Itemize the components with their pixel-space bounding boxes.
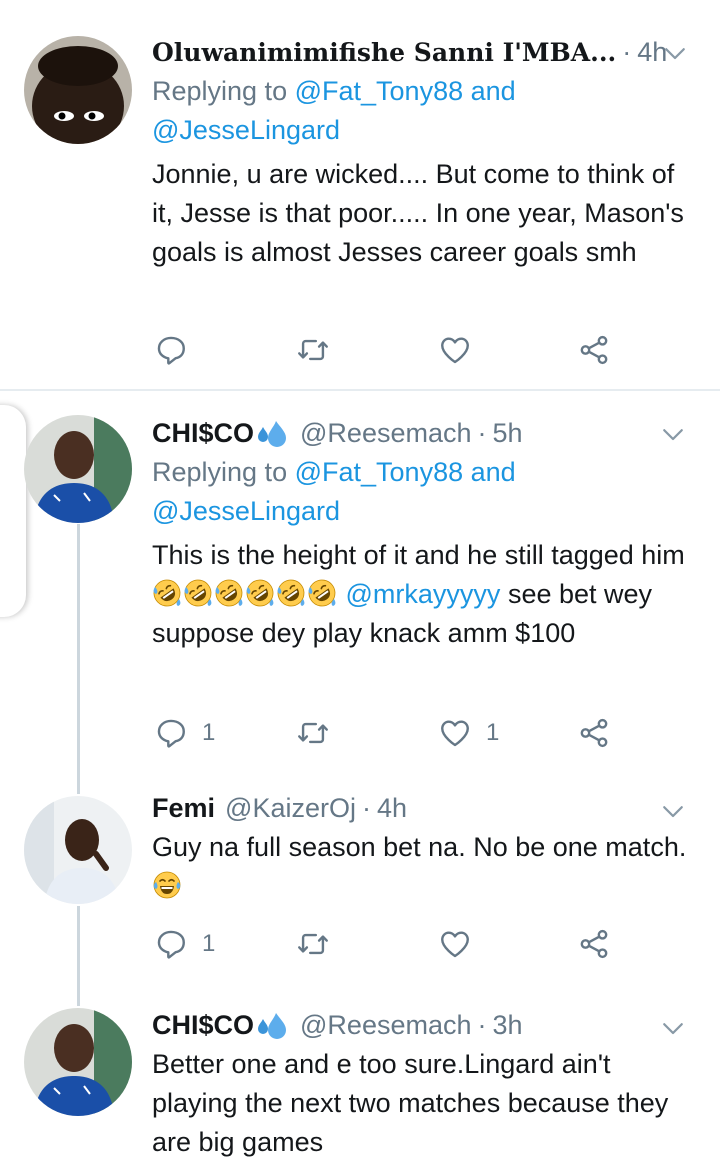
reply-mention-link[interactable]: @JesseLingard xyxy=(152,115,340,145)
reply-button[interactable]: 1 xyxy=(154,924,215,964)
share-button[interactable] xyxy=(577,924,611,964)
separator-dot: · xyxy=(477,1009,487,1040)
tweet-header: CHI$CO @Reesemach · 3h xyxy=(152,1005,700,1045)
share-icon xyxy=(577,716,611,750)
reply-icon xyxy=(154,927,188,961)
reply-icon xyxy=(154,716,188,750)
share-icon xyxy=(577,333,611,367)
timestamp[interactable]: 5h xyxy=(493,418,523,449)
reply-button[interactable] xyxy=(154,330,202,370)
rofl-emoji xyxy=(214,578,244,608)
rofl-emoji xyxy=(245,578,275,608)
action-bar xyxy=(152,330,632,370)
reply-mention-link[interactable]: @Fat_Tony88 xyxy=(295,76,464,106)
retweet-button[interactable] xyxy=(296,924,344,964)
tweet-text-part: Guy na full season bet na. No be one mat… xyxy=(152,832,687,862)
user-handle[interactable]: @KaizerOj xyxy=(225,793,356,824)
reply-mention-link[interactable]: @Fat_Tony88 xyxy=(295,457,464,487)
avatar[interactable] xyxy=(24,1008,132,1116)
retweet-icon xyxy=(296,716,330,750)
tweet-text-part: This is the height of it and he still ta… xyxy=(152,540,685,570)
chevron-down-icon[interactable] xyxy=(658,1013,688,1043)
like-icon xyxy=(438,716,472,750)
reply-mention-link[interactable]: @JesseLingard xyxy=(152,496,340,526)
replying-to: Replying to @Fat_Tony88 and @JesseLingar… xyxy=(152,453,700,531)
display-name[interactable]: CHI$CO xyxy=(152,418,254,449)
chevron-down-icon[interactable] xyxy=(658,796,688,826)
separator-dot: · xyxy=(361,792,371,823)
retweet-icon xyxy=(296,927,330,961)
user-handle[interactable]: @Reesemach xyxy=(300,1010,471,1041)
display-name[interactable]: Femi xyxy=(152,793,215,824)
share-button[interactable] xyxy=(577,330,611,370)
retweet-button[interactable] xyxy=(296,713,344,753)
like-count: 1 xyxy=(486,719,500,746)
display-name[interactable]: CHI$CO xyxy=(152,1010,254,1041)
user-handle[interactable]: @Reesemach xyxy=(300,418,471,449)
reply-icon xyxy=(154,333,188,367)
divider xyxy=(0,389,720,391)
chevron-down-icon[interactable] xyxy=(658,419,688,449)
like-button[interactable]: 1 xyxy=(438,713,499,753)
thread-line xyxy=(77,524,80,794)
thread-line xyxy=(77,906,80,1006)
sweat-droplets-icon xyxy=(256,419,290,447)
rofl-emoji xyxy=(152,578,182,608)
rofl-emoji xyxy=(183,578,213,608)
joy-emoji xyxy=(152,870,182,900)
avatar[interactable] xyxy=(24,415,132,523)
action-bar: 1 xyxy=(152,924,632,964)
tweet-text: Better one and e too sure.Lingard ain't … xyxy=(152,1049,669,1157)
display-name[interactable]: Oluwanimimifishe Sanni I'MBA... xyxy=(152,38,616,67)
like-icon xyxy=(438,333,472,367)
like-button[interactable] xyxy=(438,330,486,370)
chevron-down-icon[interactable] xyxy=(660,38,690,68)
retweet-icon xyxy=(296,333,330,367)
rofl-emoji xyxy=(307,578,337,608)
reply-count: 1 xyxy=(202,719,216,746)
separator-dot: · xyxy=(622,36,632,67)
replying-to: Replying to @Fat_Tony88 and @JesseLingar… xyxy=(152,72,700,150)
tweet-header: Oluwanimimifishe Sanni I'MBA... · 4h xyxy=(152,32,700,72)
reply-button[interactable]: 1 xyxy=(154,713,215,753)
rofl-emoji xyxy=(276,578,306,608)
reply-and-link[interactable]: and xyxy=(471,457,516,487)
tweet-text: Guy na full season bet na. No be one mat… xyxy=(152,828,700,906)
scroll-edge-shadow xyxy=(0,405,26,617)
replying-label: Replying to xyxy=(152,457,288,487)
reply-count: 1 xyxy=(202,930,216,957)
replying-label: Replying to xyxy=(152,76,288,106)
tweet-text: This is the height of it and he still ta… xyxy=(152,536,700,653)
tweet-header: CHI$CO @Reesemach · 5h xyxy=(152,413,700,453)
avatar[interactable] xyxy=(24,796,132,904)
tweet-text: Jonnie, u are wicked.... But come to thi… xyxy=(152,159,684,267)
share-button[interactable] xyxy=(577,713,611,753)
share-icon xyxy=(577,927,611,961)
action-bar: 1 1 xyxy=(152,713,632,753)
like-button[interactable] xyxy=(438,924,486,964)
like-icon xyxy=(438,927,472,961)
sweat-droplets-icon xyxy=(256,1011,290,1039)
separator-dot: · xyxy=(477,417,487,448)
tweet-header: Femi @KaizerOj · 4h xyxy=(152,788,700,828)
mention-link[interactable]: @mrkayyyyy xyxy=(346,579,501,609)
retweet-button[interactable] xyxy=(296,330,344,370)
timestamp[interactable]: 4h xyxy=(377,793,407,824)
reply-and-link[interactable]: and xyxy=(471,76,516,106)
timestamp[interactable]: 3h xyxy=(493,1010,523,1041)
avatar[interactable] xyxy=(24,36,132,144)
